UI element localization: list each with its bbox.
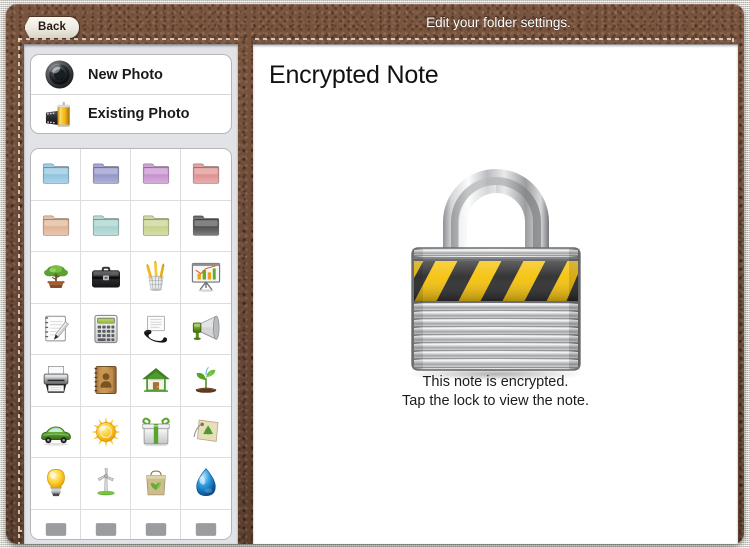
recycle-tag-icon: [189, 415, 223, 449]
page-title: Edit your folder settings.: [426, 15, 571, 30]
stitch-top-right: [247, 38, 732, 40]
sun-icon: [89, 415, 123, 449]
grid-cell-partial[interactable]: [131, 509, 181, 539]
paper-bag-leaf-icon: [139, 466, 173, 500]
note-title: Encrypted Note: [269, 61, 439, 89]
grid-cell-address-book[interactable]: [81, 355, 131, 407]
caption-line-1: This note is encrypted.: [422, 374, 569, 390]
grid-cell-partial[interactable]: [181, 509, 231, 539]
grid-cell-briefcase[interactable]: [81, 252, 131, 304]
grid-cell-folder-black[interactable]: [181, 200, 231, 252]
grid-cell-folder-pink[interactable]: [131, 149, 181, 201]
padlock-hazard-icon[interactable]: [253, 150, 738, 387]
grid-cell-folder-green[interactable]: [131, 200, 181, 252]
calculator-icon: [89, 312, 123, 346]
folder-orange-icon: [39, 209, 73, 243]
sidebar-item-new-photo[interactable]: New Photo: [31, 55, 231, 94]
house-icon: [139, 363, 173, 397]
address-book-icon: [89, 363, 123, 397]
sidebar-item-label: New Photo: [88, 66, 163, 83]
sidebar-panel: New Photo Existing Photo: [24, 44, 238, 544]
grid-cell-telephone[interactable]: [131, 303, 181, 355]
grid-cell-water-drop[interactable]: [181, 458, 231, 510]
photo-source-group: New Photo Existing Photo: [30, 54, 232, 134]
folder-icon-grid[interactable]: [30, 148, 232, 540]
gift-box-icon: [139, 415, 173, 449]
grid-cell-green-car[interactable]: [31, 406, 81, 458]
presentation-chart-icon: [189, 260, 223, 294]
folder-red-icon: [189, 157, 223, 191]
folder-purple-icon: [89, 157, 123, 191]
caption-line-2: Tap the lock to view the note.: [402, 393, 589, 409]
partial-icon: [189, 518, 223, 539]
grid-cell-seedling[interactable]: [181, 355, 231, 407]
grid-cell-partial[interactable]: [81, 509, 131, 539]
grid-cell-partial[interactable]: [31, 509, 81, 539]
grid-cell-sun[interactable]: [81, 406, 131, 458]
partial-icon: [89, 518, 123, 539]
bonsai-tree-icon: [39, 260, 73, 294]
grid-cell-pencil-cup[interactable]: [131, 252, 181, 304]
grid-cell-folder-teal[interactable]: [81, 200, 131, 252]
camera-lens-icon: [44, 59, 75, 90]
grid-cell-light-bulb[interactable]: [31, 458, 81, 510]
header-bar: Back Edit your folder settings.: [6, 4, 744, 39]
grid-cell-wind-turbine[interactable]: [81, 458, 131, 510]
folder-blue-icon: [39, 157, 73, 191]
grid-cell-folder-red[interactable]: [181, 149, 231, 201]
folder-pink-icon: [139, 157, 173, 191]
sidebar-item-existing-photo[interactable]: Existing Photo: [31, 94, 231, 133]
megaphone-icon: [189, 312, 223, 346]
grid-cell-bonsai-tree[interactable]: [31, 252, 81, 304]
lock-caption: This note is encrypted. Tap the lock to …: [253, 373, 738, 411]
grid-cell-recycle-tag[interactable]: [181, 406, 231, 458]
wind-turbine-icon: [89, 466, 123, 500]
stitch-left: [18, 38, 20, 544]
water-drop-icon: [189, 466, 223, 500]
grid-cell-folder-blue[interactable]: [31, 149, 81, 201]
grid-cell-notepad-pen[interactable]: [31, 303, 81, 355]
back-button[interactable]: Back: [24, 16, 80, 39]
notepad-pen-icon: [39, 312, 73, 346]
grid-cell-printer[interactable]: [31, 355, 81, 407]
leather-frame: Back Edit your folder settings. New Phot…: [6, 4, 744, 544]
light-bulb-icon: [39, 466, 73, 500]
grid-cell-gift-box[interactable]: [131, 406, 181, 458]
grid-cell-house[interactable]: [131, 355, 181, 407]
app-root: Back Edit your folder settings. New Phot…: [0, 0, 750, 548]
content-panel: Encrypted Note This note is encrypted. T…: [253, 44, 738, 544]
grid-cell-folder-orange[interactable]: [31, 200, 81, 252]
folder-green-icon: [139, 209, 173, 243]
sidebar-item-label: Existing Photo: [88, 106, 190, 122]
grid-cell-calculator[interactable]: [81, 303, 131, 355]
panel-divider: [238, 38, 253, 544]
pencil-cup-icon: [139, 260, 173, 294]
partial-icon: [139, 518, 173, 539]
folder-teal-icon: [89, 209, 123, 243]
briefcase-icon: [89, 260, 123, 294]
green-car-icon: [39, 415, 73, 449]
grid-cell-folder-purple[interactable]: [81, 149, 131, 201]
grid-cell-presentation-chart[interactable]: [181, 252, 231, 304]
film-roll-icon: [44, 99, 75, 130]
telephone-icon: [139, 312, 173, 346]
seedling-icon: [189, 363, 223, 397]
printer-icon: [39, 363, 73, 397]
partial-icon: [39, 518, 73, 539]
folder-black-icon: [189, 209, 223, 243]
grid-cell-paper-bag-leaf[interactable]: [131, 458, 181, 510]
grid-cell-megaphone[interactable]: [181, 303, 231, 355]
